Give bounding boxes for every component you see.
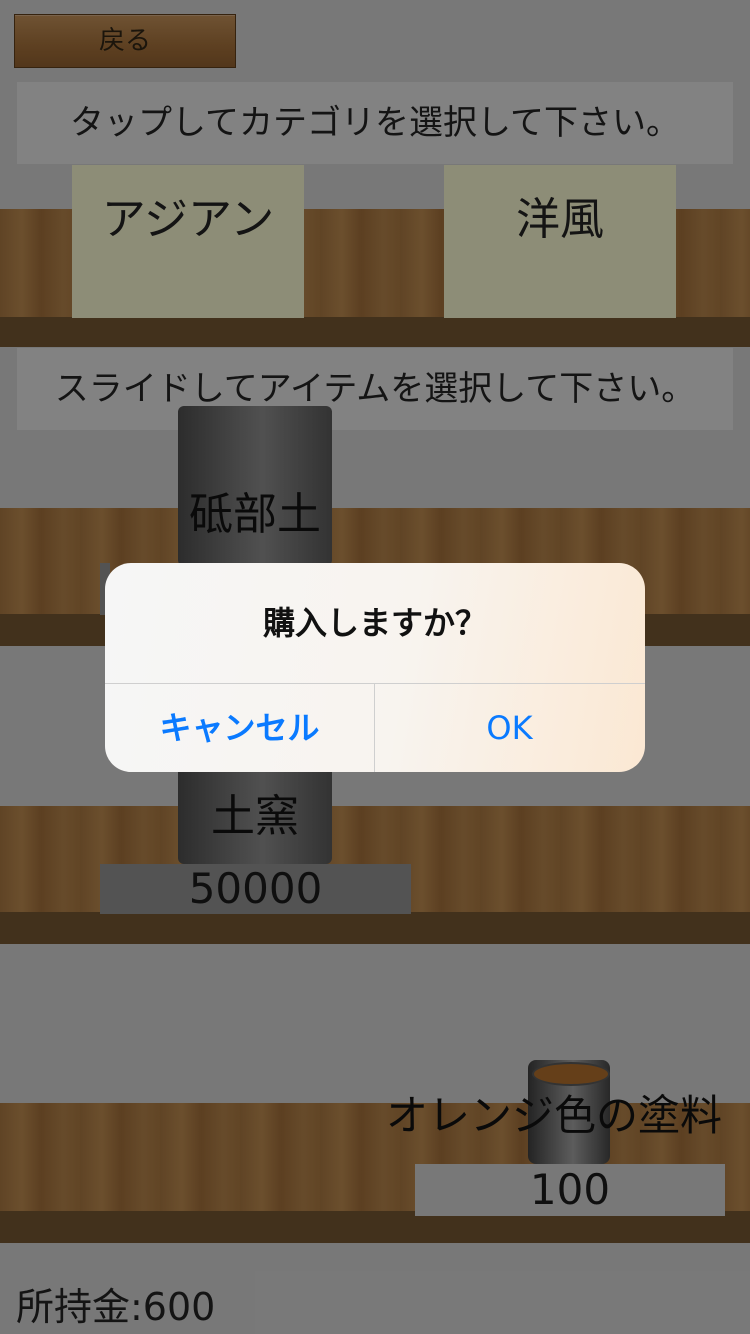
- ok-button[interactable]: OK: [375, 684, 644, 772]
- alert-title: 購入しますか？: [262, 604, 487, 642]
- cancel-button[interactable]: キャンセル: [105, 684, 374, 772]
- purchase-alert: 購入しますか？ キャンセル OK: [105, 563, 645, 772]
